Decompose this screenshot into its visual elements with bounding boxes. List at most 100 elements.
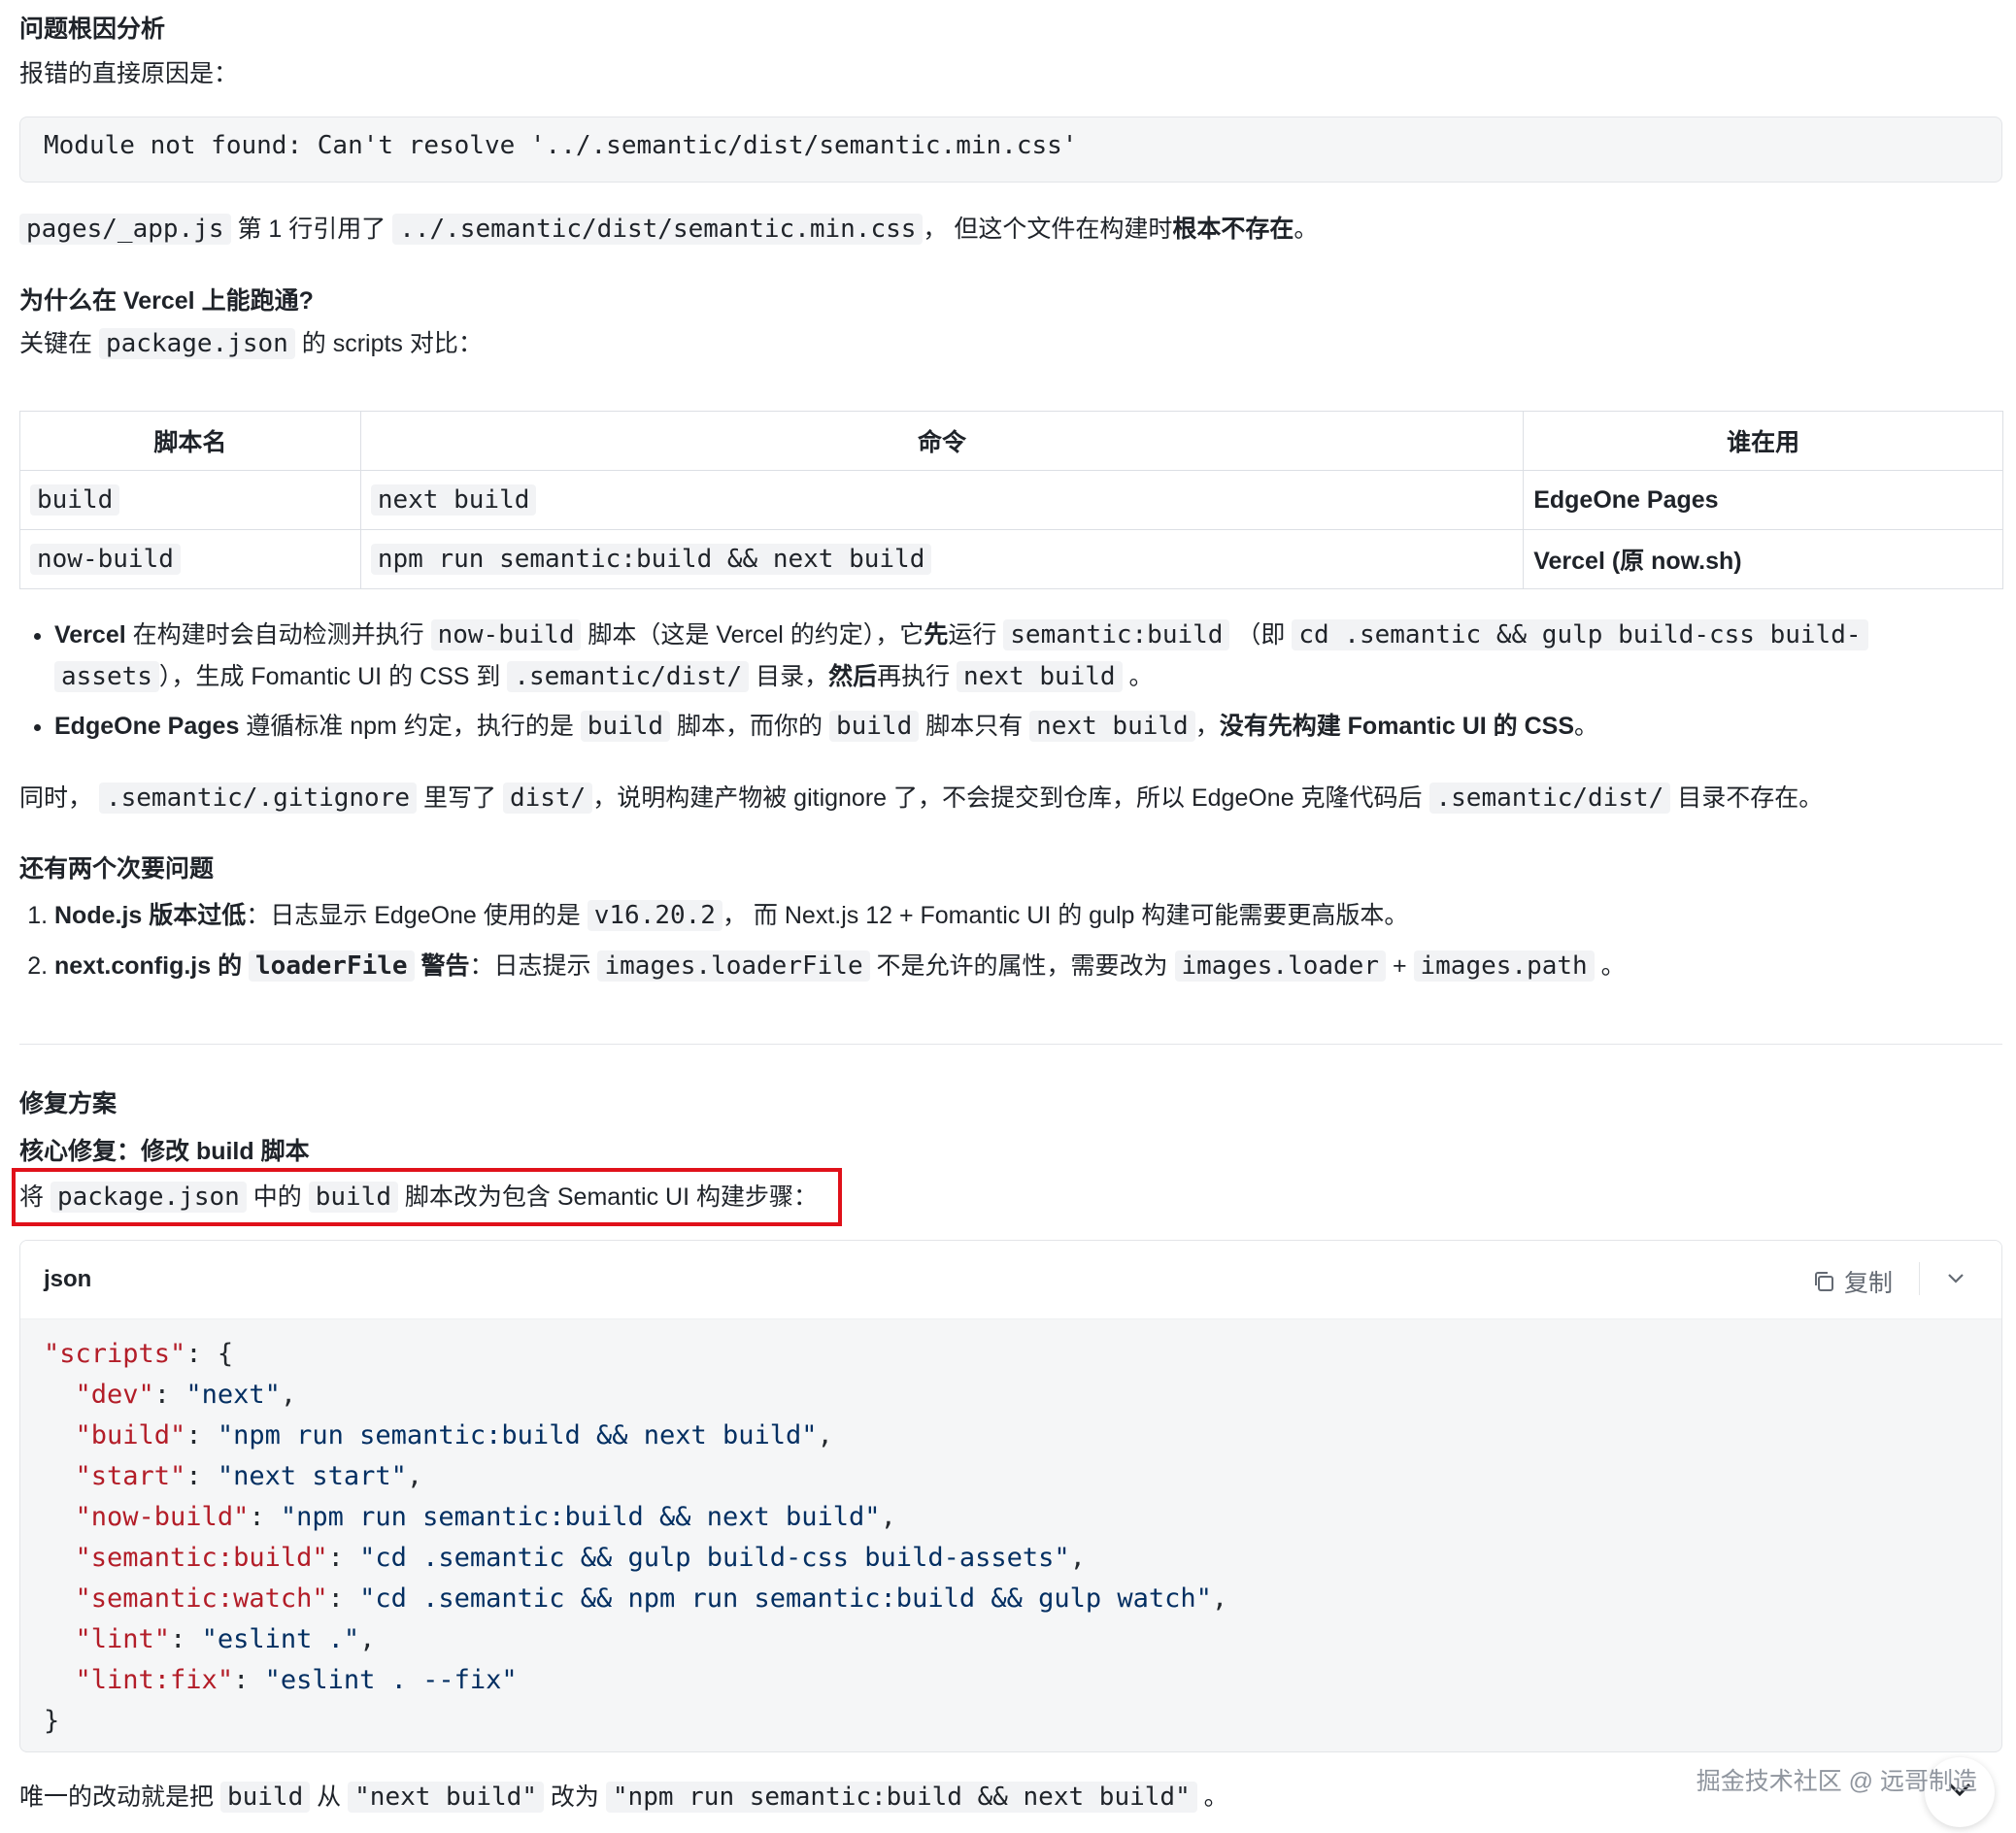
code-line: "start": "next start", <box>75 1461 423 1491</box>
text: 脚本只有 <box>919 713 1030 740</box>
text: 。 <box>1196 1783 1228 1811</box>
punctuation: , <box>1211 1583 1228 1614</box>
json-key: "lint" <box>75 1624 171 1654</box>
text: 遵循标准 npm 约定，执行的是 <box>239 713 581 740</box>
text: 改为 <box>543 1783 606 1811</box>
json-code-block: json 复制 "scripts": { "dev": "next", "bui… <box>19 1240 2002 1752</box>
chevron-down-icon[interactable] <box>1943 1266 1968 1291</box>
numbered-list: Node.js 版本过低：日志显示 EdgeOne 使用的是 v16.20.2，… <box>21 890 1987 991</box>
json-key: "dev" <box>75 1380 154 1410</box>
list-item: next.config.js 的 loaderFile 警告：日志提示 imag… <box>54 941 1987 991</box>
code-block-header: json 复制 <box>20 1241 2001 1319</box>
table-header-row: 脚本名 命令 谁在用 <box>19 411 2003 471</box>
text: 。 <box>1574 713 1599 740</box>
inline-code: build <box>30 484 120 516</box>
bold-text: next.config.js 的 <box>54 952 250 980</box>
inline-code: package.json <box>98 328 295 359</box>
inline-code: pages/_app.js <box>19 214 231 245</box>
inline-code: "next build" <box>348 1782 544 1813</box>
text: ：日志提示 <box>469 952 598 980</box>
table-cell: build <box>19 470 361 530</box>
text: ，说明构建产物被 gitignore 了，不会提交到仓库，所以 EdgeOne … <box>592 784 1429 812</box>
text: ），生成 Fomantic UI 的 CSS 到 <box>158 663 508 690</box>
punctuation: } <box>44 1706 60 1736</box>
text: 将 <box>19 1183 50 1211</box>
bullet-list: Vercel 在构建时会自动检测并执行 now-build 脚本（这是 Verc… <box>27 615 1987 755</box>
bold-text: Node.js 版本过低 <box>54 902 247 929</box>
inline-code: now-build <box>430 619 582 650</box>
copy-label: 复制 <box>1843 1270 1893 1297</box>
text: 在构建时会自动检测并执行 <box>125 621 431 649</box>
code-language-label: json <box>44 1266 92 1292</box>
text: 运行 <box>948 621 1004 649</box>
inline-code: images.path <box>1413 950 1595 982</box>
table-cell: Vercel (原 now.sh) <box>1523 529 2003 589</box>
json-string: "next start" <box>217 1461 407 1491</box>
copy-button[interactable]: 复制 <box>1811 1264 1893 1299</box>
inline-code: .semantic/dist/ <box>1428 783 1671 814</box>
text: 的 scripts 对比： <box>294 330 483 357</box>
table-header: 脚本名 <box>19 411 361 471</box>
text: 第 1 行引用了 <box>230 216 393 243</box>
json-key: "semantic:watch" <box>75 1583 328 1614</box>
divider <box>19 1044 2002 1045</box>
text: 再执行 <box>877 663 958 690</box>
json-string: "cd .semantic && npm run semantic:build … <box>359 1583 1212 1614</box>
section-title-secondary: 还有两个次要问题 <box>19 855 215 883</box>
inline-code: ../.semantic/dist/semantic.min.css <box>392 214 924 245</box>
bold-text: 先 <box>924 621 949 649</box>
error-message: Module not found: Can't resolve '../.sem… <box>44 131 1078 160</box>
code-line: "dev": "next", <box>75 1380 297 1410</box>
table-cell: npm run semantic:build && next build <box>359 529 1525 589</box>
fix-subtitle: 核心修复：修改 build 脚本 <box>19 1138 310 1165</box>
inline-code: .semantic/.gitignore <box>98 783 418 814</box>
inline-code: loaderFile <box>249 950 415 982</box>
text: ， 而 Next.js 12 + Fomantic UI 的 gulp 构建可能… <box>722 902 1409 929</box>
inline-code: build <box>580 711 671 742</box>
code-line: "now-build": "npm run semantic:build && … <box>75 1502 896 1532</box>
bold-text: EdgeOne Pages <box>54 713 240 740</box>
inline-code: build <box>308 1182 398 1213</box>
scripts-intro: 关键在 package.json 的 scripts 对比： <box>19 324 483 363</box>
text: 唯一的改动就是把 <box>19 1783 220 1811</box>
gitignore-line: 同时， .semantic/.gitignore 里写了 dist/，说明构建产… <box>19 779 1823 817</box>
text: 。 <box>1122 663 1154 690</box>
code-line: "lint:fix": "eslint . --fix" <box>75 1665 518 1695</box>
list-item: Vercel 在构建时会自动检测并执行 now-build 脚本（这是 Verc… <box>54 615 1987 698</box>
inline-code: .semantic/dist/ <box>507 661 750 692</box>
json-string: "next" <box>185 1380 281 1410</box>
code-line: } <box>44 1701 1227 1742</box>
inline-code: cd .semantic && gulp build-css build- <box>1292 619 1868 650</box>
json-key: "start" <box>75 1461 186 1491</box>
text: ， 但这个文件在构建时 <box>923 216 1173 243</box>
punctuation: , <box>359 1624 376 1654</box>
inline-code: package.json <box>50 1182 247 1213</box>
json-key: "build" <box>75 1420 186 1450</box>
json-key: "lint:fix" <box>75 1665 234 1695</box>
text: 关键在 <box>19 330 99 357</box>
section-title-fix: 修复方案 <box>19 1090 118 1117</box>
inline-code: images.loader <box>1174 950 1386 982</box>
bold-text: 没有先构建 Fomantic UI 的 CSS <box>1219 713 1575 740</box>
json-key: "now-build" <box>75 1502 250 1532</box>
inline-code: next build <box>957 661 1123 692</box>
bold-text: 根本不存在 <box>1172 216 1294 243</box>
header-separator <box>1919 1262 1920 1295</box>
text: 里写了 <box>417 784 503 812</box>
text: 脚本（这是 Vercel 的约定），它 <box>581 621 924 649</box>
text: 从 <box>310 1783 349 1811</box>
inline-code: assets <box>54 661 159 692</box>
bold-text: 然后 <box>828 663 878 690</box>
json-string: "cd .semantic && gulp build-css build-as… <box>359 1543 1070 1573</box>
table-header: 谁在用 <box>1523 411 2003 471</box>
inline-code: images.loaderFile <box>597 950 870 982</box>
table-row: now-build npm run semantic:build && next… <box>19 529 2003 589</box>
intro-text: 报错的直接原因是： <box>19 60 239 87</box>
json-key: "scripts" <box>44 1339 186 1369</box>
table-cell: next build <box>359 470 1525 530</box>
inline-code: now-build <box>30 544 181 575</box>
error-code-block: Module not found: Can't resolve '../.sem… <box>19 117 2002 183</box>
punctuation: : { <box>185 1339 234 1369</box>
table-cell: EdgeOne Pages <box>1523 470 2003 530</box>
code-content: "scripts": { "dev": "next", "build": "np… <box>44 1334 1227 1742</box>
